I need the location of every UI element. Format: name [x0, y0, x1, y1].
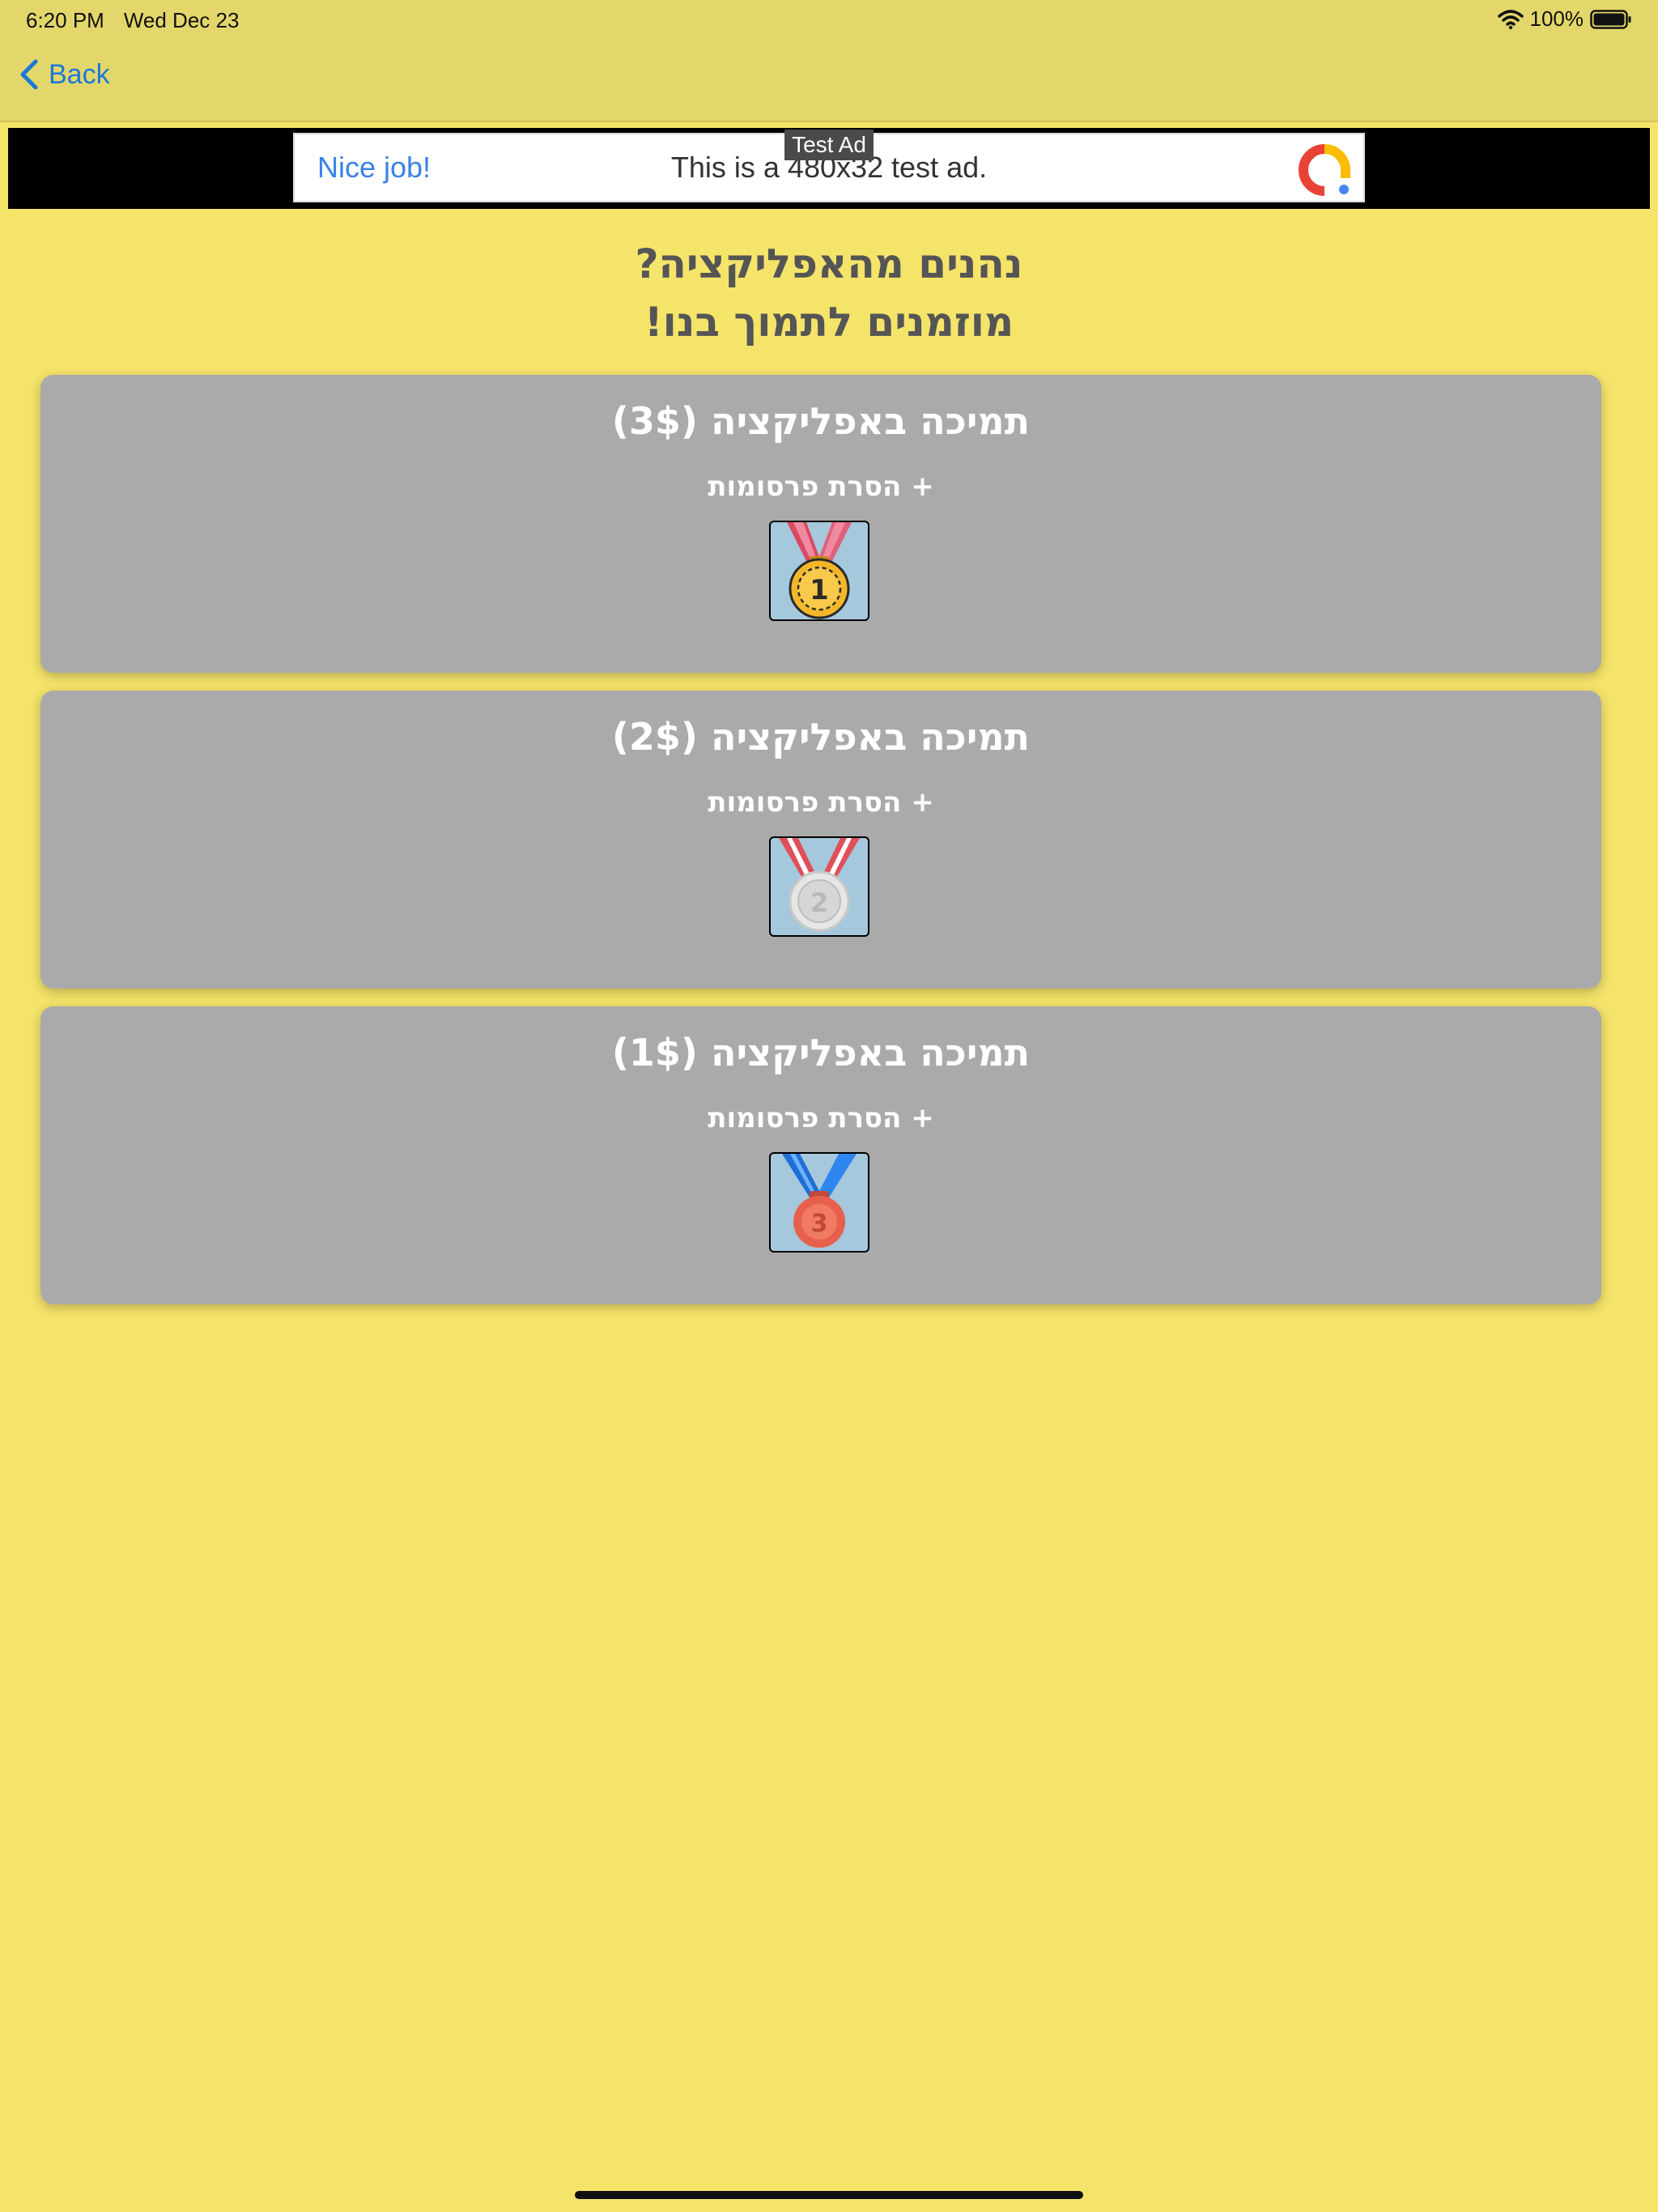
- support-card-2-dollar[interactable]: תמיכה באפליקציה (2$) + הסרת פרסומות 2: [40, 691, 1601, 989]
- status-bar: 6:20 PM Wed Dec 23 100%: [0, 0, 1658, 39]
- card-title: תמיכה באפליקציה (3$): [611, 399, 1031, 443]
- support-headline: נהנים מהאפליקציה? מוזמנים לתמוך בנו!: [0, 235, 1658, 351]
- card-title: תמיכה באפליקציה (1$): [611, 1031, 1031, 1074]
- home-indicator[interactable]: [575, 2191, 1083, 2199]
- support-card-3-dollar[interactable]: תמיכה באפליקציה (3$) + הסרת פרסומות 1: [40, 375, 1601, 673]
- medal-number: 1: [810, 574, 829, 606]
- battery-icon: [1590, 9, 1631, 29]
- bronze-medal-icon: 3: [769, 1152, 869, 1253]
- chevron-left-icon: [20, 59, 38, 90]
- headline-line-2: מוזמנים לתמוך בנו!: [644, 299, 1014, 346]
- support-card-1-dollar[interactable]: תמיכה באפליקציה (1$) + הסרת פרסומות 3: [40, 1006, 1601, 1304]
- ad-logo-icon: [1299, 144, 1350, 196]
- gold-medal-icon: 1: [769, 521, 869, 621]
- back-label: Back: [49, 58, 110, 90]
- card-subtitle: + הסרת פרסומות: [708, 1102, 934, 1134]
- status-date: Wed Dec 23: [123, 8, 240, 32]
- medal-number: 2: [810, 887, 828, 918]
- test-ad-badge: Test Ad: [784, 130, 874, 160]
- medal-number: 3: [811, 1210, 828, 1238]
- wifi-icon: [1497, 9, 1524, 29]
- card-subtitle: + הסרת פרסומות: [708, 786, 934, 819]
- card-subtitle: + הסרת פרסומות: [708, 470, 934, 503]
- status-time: 6:20 PM: [26, 8, 104, 32]
- battery-percent: 100%: [1529, 6, 1584, 31]
- headline-line-1: נהנים מהאפליקציה?: [635, 240, 1023, 287]
- silver-medal-icon: 2: [769, 836, 869, 937]
- back-button[interactable]: Back: [19, 58, 110, 91]
- card-title: תמיכה באפליקציה (2$): [611, 715, 1031, 759]
